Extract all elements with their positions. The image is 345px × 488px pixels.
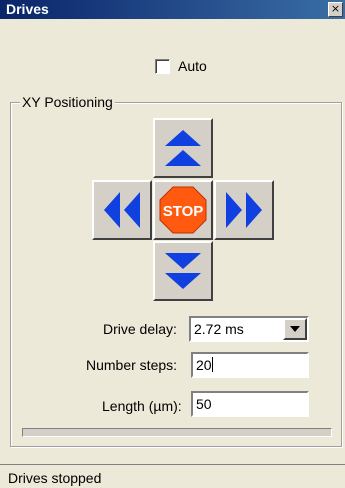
drive-delay-value: 2.72 ms bbox=[194, 321, 244, 337]
auto-checkbox[interactable] bbox=[155, 58, 170, 74]
stop-text: STOP bbox=[163, 203, 204, 220]
chevron-down-icon bbox=[290, 326, 300, 332]
double-arrow-left-icon bbox=[104, 192, 140, 228]
number-steps-input[interactable]: 20 bbox=[191, 352, 309, 378]
stop-sign-icon: STOP bbox=[159, 186, 207, 234]
double-arrow-down-icon bbox=[165, 253, 201, 289]
text-caret bbox=[211, 357, 213, 372]
double-arrow-up-icon bbox=[165, 130, 201, 166]
length-label: Length (µm): bbox=[102, 398, 182, 414]
title-bar: Drives × bbox=[0, 0, 345, 19]
number-steps-value: 20 bbox=[196, 357, 212, 373]
drive-delay-label: Drive delay: bbox=[103, 321, 177, 337]
double-arrow-right-icon bbox=[226, 192, 262, 228]
status-text: Drives stopped bbox=[8, 470, 102, 486]
move-down-button[interactable] bbox=[153, 241, 213, 301]
auto-label: Auto bbox=[178, 58, 207, 74]
progress-bar bbox=[22, 428, 332, 437]
move-right-button[interactable] bbox=[214, 180, 274, 240]
move-left-button[interactable] bbox=[92, 180, 152, 240]
length-value: 50 bbox=[196, 396, 212, 412]
window-title: Drives bbox=[6, 1, 49, 17]
auto-checkbox-row[interactable]: Auto bbox=[155, 58, 207, 74]
xy-positioning-label: XY Positioning bbox=[20, 94, 115, 110]
close-button[interactable]: × bbox=[328, 2, 343, 17]
move-up-button[interactable] bbox=[153, 118, 213, 178]
drive-delay-select[interactable]: 2.72 ms bbox=[189, 316, 309, 342]
close-icon: × bbox=[330, 2, 341, 15]
drive-delay-dropdown-button[interactable] bbox=[283, 318, 307, 340]
status-bar: Drives stopped bbox=[0, 464, 345, 488]
stop-button[interactable]: STOP bbox=[153, 180, 213, 240]
number-steps-label: Number steps: bbox=[86, 357, 178, 373]
length-input[interactable]: 50 bbox=[191, 391, 309, 417]
